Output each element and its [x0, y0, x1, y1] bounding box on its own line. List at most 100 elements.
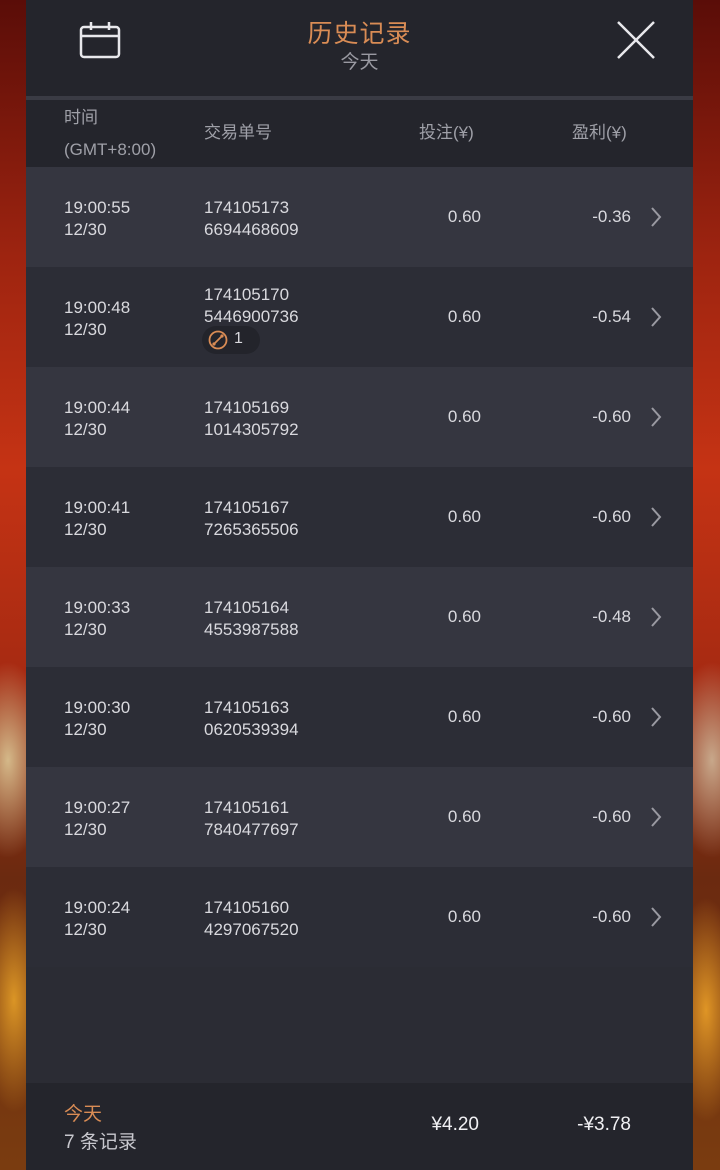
row-time: 19:00:55 12/30 [64, 197, 130, 241]
row-time: 19:00:44 12/30 [64, 397, 130, 441]
row-time: 19:00:41 12/30 [64, 497, 130, 541]
row-bet: 0.60 [447, 707, 481, 726]
history-row[interactable]: 19:00:44 12/30 174105169 1014305792 0.60… [26, 367, 693, 467]
row-time: 19:00:27 12/30 [64, 797, 130, 841]
history-row[interactable]: 19:00:48 12/30 174105170 5446900736 1 0.… [26, 267, 693, 367]
row-time-value: 19:00:27 [64, 798, 131, 817]
row-date-value: 12/30 [64, 720, 107, 739]
chevron-right-icon [651, 907, 662, 927]
summary-record-count: 7 条记录 [64, 1132, 137, 1153]
column-header: 时间 (GMT+8:00) 交易单号 投注(¥) 盈利(¥) [26, 100, 693, 167]
row-bet: 0.60 [447, 407, 481, 426]
row-time: 19:00:33 12/30 [64, 597, 130, 641]
chevron-right-icon [651, 207, 662, 227]
summary-total-profit: -¥3.78 [577, 1114, 631, 1135]
summary-footer: 今天 7 条记录 ¥4.20 -¥3.78 [26, 1083, 693, 1170]
row-profit: -0.48 [592, 607, 631, 626]
column-bet: 投注(¥) [419, 123, 474, 142]
row-date-value: 12/30 [64, 620, 107, 639]
row-order-line2: 6694468609 [204, 220, 299, 239]
row-bet: 0.60 [447, 307, 481, 326]
row-order-line2: 7840477697 [204, 820, 299, 839]
row-order-line2: 4297067520 [204, 920, 299, 939]
summary-total-bet: ¥4.20 [431, 1114, 479, 1135]
row-time: 19:00:48 12/30 [64, 297, 130, 341]
row-time-value: 19:00:33 [64, 598, 131, 617]
row-order-line1: 174105164 [204, 598, 290, 617]
close-icon[interactable] [614, 18, 658, 62]
row-order-line1: 174105161 [204, 798, 290, 817]
row-order-line1: 174105167 [204, 498, 290, 517]
column-timezone-label: (GMT+8:00) [64, 140, 157, 159]
row-time-value: 19:00:55 [64, 198, 131, 217]
row-date-value: 12/30 [64, 920, 107, 939]
history-row[interactable]: 19:00:27 12/30 174105161 7840477697 0.60… [26, 767, 693, 867]
history-row[interactable]: 19:00:55 12/30 174105173 6694468609 0.60… [26, 167, 693, 267]
row-time-value: 19:00:44 [64, 398, 131, 417]
row-bet: 0.60 [447, 607, 481, 626]
row-time-value: 19:00:48 [64, 298, 131, 317]
column-profit: 盈利(¥) [572, 123, 627, 142]
row-order-line1: 174105160 [204, 898, 290, 917]
row-bet: 0.60 [447, 507, 481, 526]
row-order: 174105161 7840477697 [204, 797, 299, 841]
row-order-line1: 174105169 [204, 398, 290, 417]
column-order: 交易单号 [204, 123, 272, 142]
history-row[interactable]: 19:00:24 12/30 174105160 4297067520 0.60… [26, 867, 693, 967]
row-profit: -0.54 [592, 307, 631, 326]
compass-icon [208, 330, 228, 350]
history-row[interactable]: 19:00:33 12/30 174105164 4553987588 0.60… [26, 567, 693, 667]
chevron-right-icon [651, 407, 662, 427]
chevron-right-icon [651, 707, 662, 727]
row-order: 174105169 1014305792 [204, 397, 299, 441]
row-time-value: 19:00:30 [64, 698, 131, 717]
row-time-value: 19:00:41 [64, 498, 131, 517]
row-bet: 0.60 [447, 907, 481, 926]
row-order-line2: 7265365506 [204, 520, 299, 539]
row-order-line1: 174105163 [204, 698, 290, 717]
row-profit: -0.60 [592, 707, 631, 726]
row-order-line1: 174105170 [204, 285, 290, 304]
column-time-label: 时间 [64, 108, 98, 127]
row-profit: -0.60 [592, 807, 631, 826]
row-time: 19:00:30 12/30 [64, 697, 130, 741]
chevron-right-icon [651, 307, 662, 327]
row-bet: 0.60 [447, 207, 481, 226]
badge-count: 1 [234, 330, 243, 347]
history-row[interactable]: 19:00:41 12/30 174105167 7265365506 0.60… [26, 467, 693, 567]
row-order-line2: 5446900736 [204, 307, 299, 326]
row-order-line1: 174105173 [204, 198, 290, 217]
row-order: 174105170 5446900736 [204, 284, 299, 328]
row-order: 174105164 4553987588 [204, 597, 299, 641]
column-time: 时间 (GMT+8:00) [64, 102, 156, 166]
summary-period: 今天 [64, 1104, 103, 1125]
history-row[interactable]: 19:00:30 12/30 174105163 0620539394 0.60… [26, 667, 693, 767]
page-subtitle: 今天 [340, 52, 379, 73]
row-profit: -0.60 [592, 507, 631, 526]
row-date-value: 12/30 [64, 820, 107, 839]
history-list: 19:00:55 12/30 174105173 6694468609 0.60… [26, 167, 693, 967]
row-order: 174105167 7265365506 [204, 497, 299, 541]
row-time-value: 19:00:24 [64, 898, 131, 917]
row-order-line2: 1014305792 [204, 420, 299, 439]
row-bet: 0.60 [447, 807, 481, 826]
row-order: 174105173 6694468609 [204, 197, 299, 241]
chevron-right-icon [651, 507, 662, 527]
row-profit: -0.36 [592, 207, 631, 226]
free-spin-badge: 1 [202, 326, 260, 354]
history-panel: 历史记录 今天 时间 (GMT+8:00) 交易单号 投注(¥) 盈利(¥) 1… [26, 0, 693, 1170]
row-profit: -0.60 [592, 907, 631, 926]
chevron-right-icon [651, 807, 662, 827]
page-title: 历史记录 [307, 20, 412, 48]
row-date-value: 12/30 [64, 220, 107, 239]
chevron-right-icon [651, 607, 662, 627]
row-profit: -0.60 [592, 407, 631, 426]
row-date-value: 12/30 [64, 520, 107, 539]
row-date-value: 12/30 [64, 320, 107, 339]
row-order: 174105163 0620539394 [204, 697, 299, 741]
row-order-line2: 0620539394 [204, 720, 299, 739]
row-order: 174105160 4297067520 [204, 897, 299, 941]
header: 历史记录 今天 [26, 0, 693, 96]
row-time: 19:00:24 12/30 [64, 897, 130, 941]
row-order-line2: 4553987588 [204, 620, 299, 639]
